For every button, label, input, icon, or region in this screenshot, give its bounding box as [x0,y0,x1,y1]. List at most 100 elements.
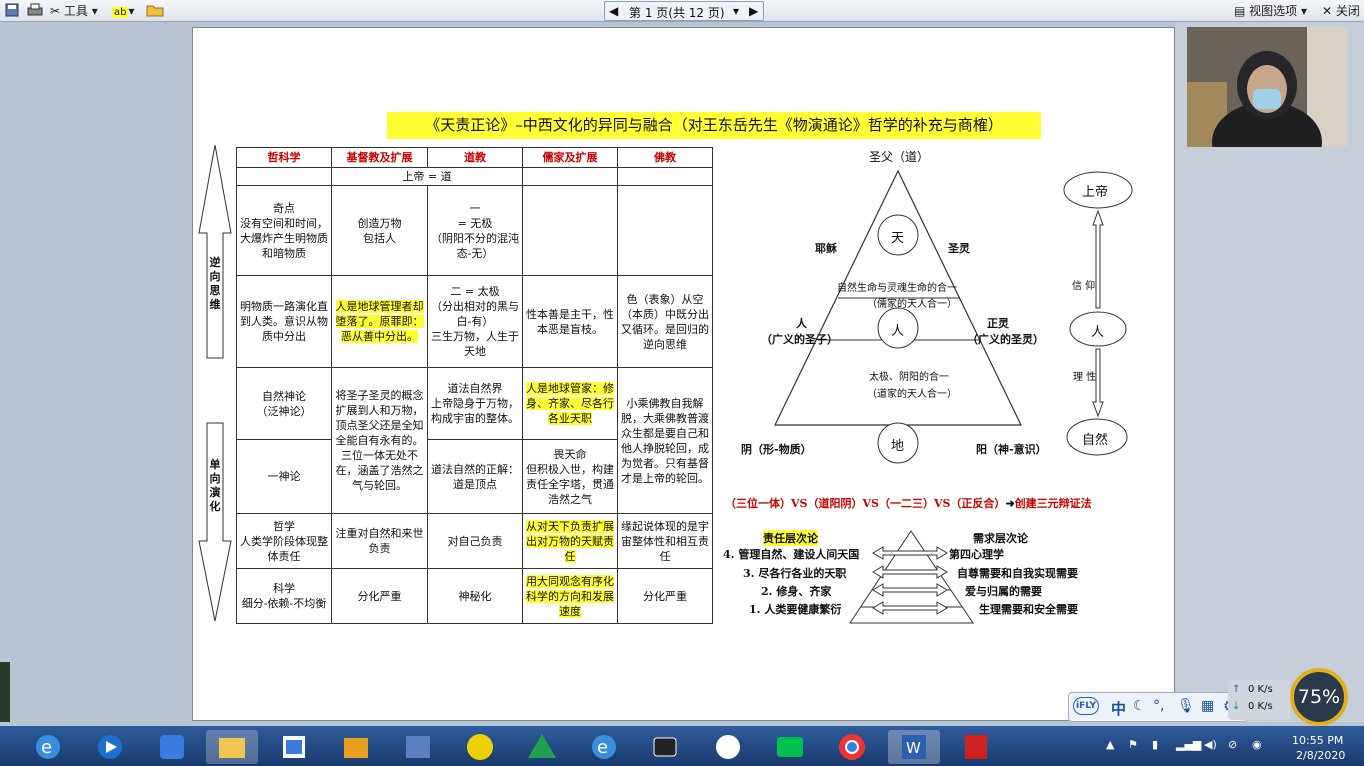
tray-flag-icon[interactable]: ⚑ [1128,738,1138,751]
taiji-text-1: 太极、阴阳的合一 [869,372,949,383]
highlighted-text: 人是地球管理者却堕落了。原罪即：恶从善中分出。 [335,300,424,343]
table-cell: 注重对自然和来世负责 [331,513,428,569]
table-cell [617,167,713,186]
word-icon[interactable]: W [888,730,940,764]
heaven-label: 天 [891,231,905,246]
trinity-text: 将圣子圣灵的概念扩展到人和万物，顶点圣父还是全知全能自有永有的。三位一体无处不在… [335,389,424,492]
moon-icon[interactable]: ☾ [1133,698,1146,714]
earth-label: 地 [891,439,905,454]
close-icon: ✕ [1322,4,1333,18]
keyboard-icon[interactable]: ▦ [1201,698,1214,714]
highlighted-text: 从对天下负责扩展出对万物的天赋责任 [526,519,614,563]
svg-text:e: e [597,737,608,758]
needs-title: 需求层次论 [973,532,1028,545]
header-cell: 佛教 [617,147,713,168]
clock-time[interactable]: 10:55 PM [1292,734,1343,747]
folder-icon[interactable] [146,2,164,20]
table-cell: 用大同观念有序化科学的方向和发展速度 [522,568,618,624]
ime-mode[interactable]: 中 [1111,698,1126,719]
thinking-direction-arrows [198,144,232,622]
view-options-button[interactable]: ▤ 视图选项 ▾ [1234,2,1307,20]
mic-icon[interactable]: 🎙 [1177,698,1195,714]
responsibility-level: 3. 尽各行各业的天职 [743,567,847,580]
ime-toolbar[interactable]: iFLY 中 ☾ °, 🎙 ▦ ⚙ [1068,692,1248,722]
unity-text-1: 自然生命与灵魂生命的合一 [837,283,957,294]
table-cell: 自然神论 （泛神论） [236,367,332,440]
page-dropdown-icon[interactable]: ▾ [733,4,739,18]
table-cell: 小乘佛教自我解脱，大乘佛教普渡众生都是要自己和他人挣脱轮回，成为觉者。只有基督才… [617,367,713,514]
dialectic-line: （三位一体）VS（道阳阴）VS（一二三）VS（正反合）➜创建三元辩证法 [725,497,1092,510]
side-handle[interactable] [0,662,10,722]
table-cell: 二 = 太极 （分出相对的黑与白-有） 三生万物，人生于天地 [427,275,523,368]
chrome-icon[interactable] [826,730,878,764]
svg-text:e: e [41,737,52,758]
network-icon[interactable]: ▂▄▆ [1176,738,1201,751]
performance-gauge[interactable]: 75% [1290,668,1348,726]
top-toolbar: ✂ 工具 ▾ ab ▾ ◀ 第 1 页(共 12 页) ▾ ▶ ▤ 视图选项 ▾ … [0,0,1364,22]
store-icon[interactable] [268,730,320,764]
camera-icon[interactable] [640,730,692,764]
table-cell [236,167,332,186]
table-cell: 分化严重 [331,568,428,624]
table-cell: 从对天下负责扩展出对万物的天赋责任 [522,513,618,569]
save-icon[interactable] [4,2,20,20]
human-label: 人 [891,324,905,339]
table-cell: 创造万物 包括人 [331,185,428,276]
music-icon[interactable] [454,730,506,764]
responsibility-level: 1. 人类要健康繁衍 [749,603,842,616]
faith-label: 信 仰 [1072,281,1096,292]
table-cell [522,185,618,276]
table-cell: 一 = 无极 （阴阳不分的混沌态-无） [427,185,523,276]
page-navigator[interactable]: ◀ 第 1 页(共 12 页) ▾ ▶ [604,1,764,21]
iqiyi-icon[interactable] [764,730,816,764]
taiji-text-2: （道家的天人合一） [867,389,957,400]
page-indicator: 第 1 页(共 12 页) [629,6,725,20]
tools-menu[interactable]: ✂ 工具 ▾ [50,2,98,20]
video-editor-icon[interactable] [392,730,444,764]
file-explorer-icon[interactable] [206,730,258,764]
need-level: 爱与归属的需要 [965,585,1042,598]
yang-label: 阳（神-意识） [976,443,1047,456]
table-cell [617,185,713,276]
clock-date[interactable]: 2/8/2020 [1296,749,1345,762]
table-cell: 哲学 人类学阶段体现整体责任 [236,513,332,569]
package-icon[interactable] [330,730,382,764]
ie-icon[interactable]: e [578,730,630,764]
tools-label: 工具 [63,4,88,18]
table-cell: 人是地球管理者却堕落了。原罪即：恶从善中分出。 [331,275,428,368]
media-player-icon[interactable] [84,730,136,764]
unity-text-2: （儒家的天人合一） [867,299,957,310]
tray-expand-icon[interactable]: ▲ [1106,738,1114,751]
table-cell: 道法自然界 上帝隐身于万物，构成宇宙的整体。 [427,367,523,440]
next-page-icon[interactable]: ▶ [749,4,758,18]
tray-power-icon[interactable]: ▮ [1152,738,1158,751]
person-left-sub: （广义的圣子） [761,333,838,346]
header-cell: 儒家及扩展 [522,147,618,168]
punctuation-icon[interactable]: °, [1153,698,1164,714]
buddhism-text: 小乘佛教自我解脱，大乘佛教普渡众生都是要自己和他人挣脱轮回，成为觉者。只有基督才… [621,396,709,485]
ie-icon[interactable]: e [22,730,74,764]
drive-icon[interactable] [516,730,568,764]
reason-label: 理 性 [1073,372,1097,383]
webcam-preview[interactable] [1187,27,1347,147]
prev-page-icon[interactable]: ◀ [609,4,618,18]
document-title: 《天责正论》–中西文化的异同与融合（对王东岳先生《物演通论》哲学的补充与商榷） [387,112,1041,139]
header-cell: 道教 [427,147,523,168]
tray-ifly-icon[interactable]: ◉ [1252,738,1262,751]
highlighted-text: 用大同观念有序化科学的方向和发展速度 [526,574,614,618]
close-button[interactable]: ✕ 关闭 [1322,2,1360,20]
print-icon[interactable] [26,2,44,20]
reverse-thinking-label: 逆向思维 [209,256,221,311]
view-options-icon: ▤ [1234,4,1246,18]
download-icon: ↓ [1232,701,1241,712]
app-icon[interactable] [146,730,198,764]
tray-stop-icon[interactable]: ⊘ [1228,738,1237,751]
volume-icon[interactable]: ◀) [1204,738,1217,751]
table-cell: 科学 细分-依赖-不均衡 [236,568,332,624]
table-cell: 将圣子圣灵的概念扩展到人和万物，顶点圣父还是全知全能自有永有的。三位一体无处不在… [331,367,428,514]
download-speed: 0 K/s [1248,701,1273,712]
pdf-icon[interactable] [950,730,1002,764]
table-cell: 畏天命 但积极入世，构建责任全字塔，贯通浩然之气 [522,439,618,514]
highlight-icon[interactable]: ab ▾ [112,2,135,20]
cloud-icon[interactable] [702,730,754,764]
